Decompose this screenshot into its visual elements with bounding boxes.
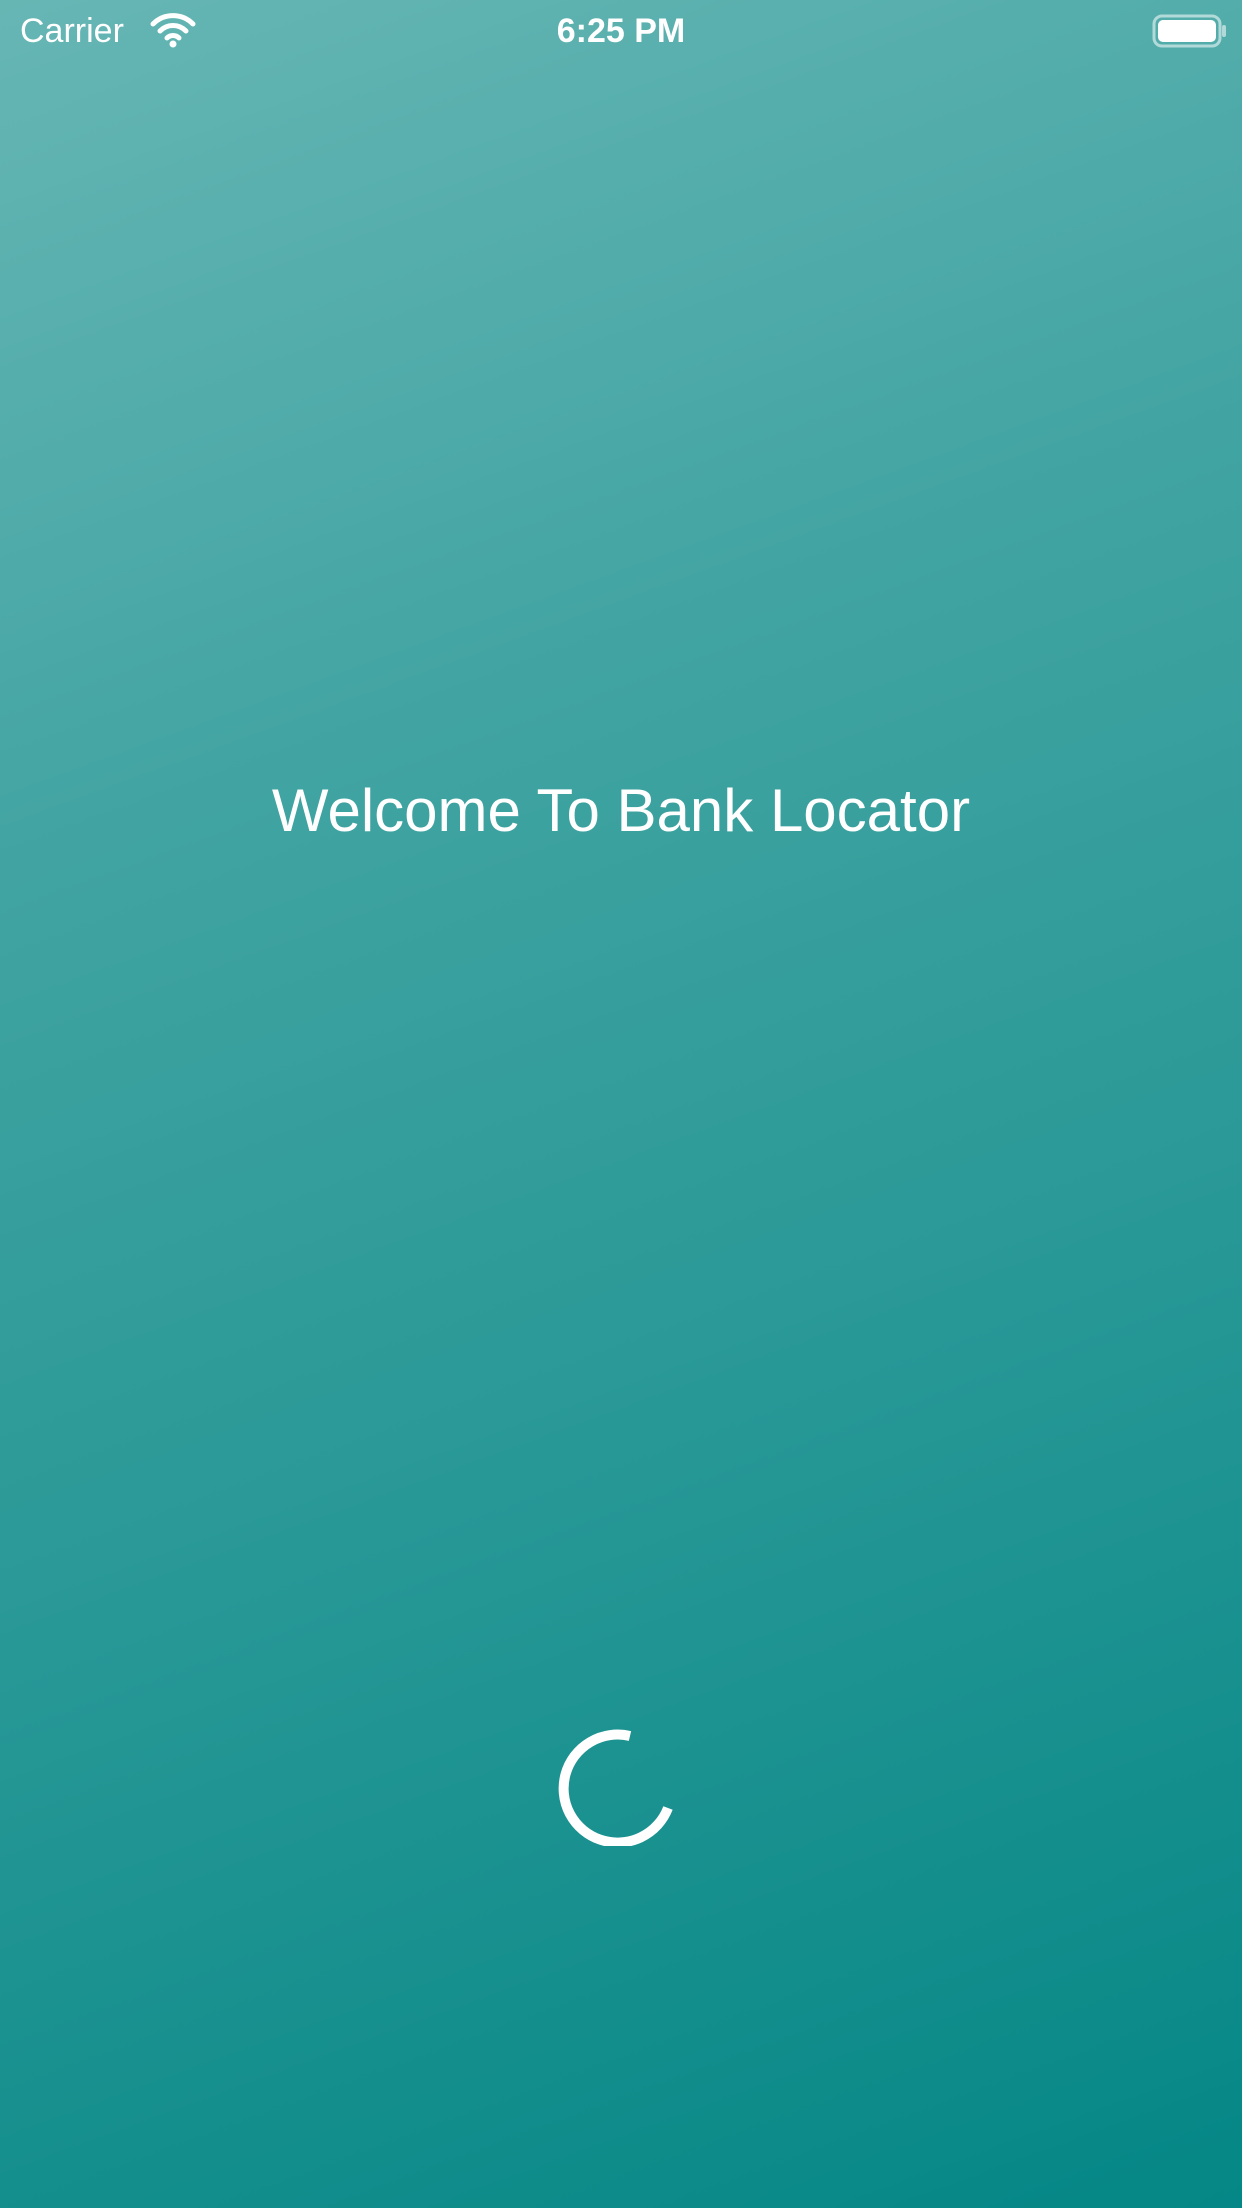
welcome-title: Welcome To Bank Locator: [271, 777, 971, 844]
splash-screen: Carrier 6:25 PM Welcome To Bank Locator: [0, 0, 1242, 2208]
battery-icon: [1152, 14, 1226, 48]
status-time: 6:25 PM: [556, 12, 686, 50]
status-bar: Carrier 6:25 PM: [0, 0, 1242, 62]
loading-spinner-icon: [558, 1729, 673, 1846]
